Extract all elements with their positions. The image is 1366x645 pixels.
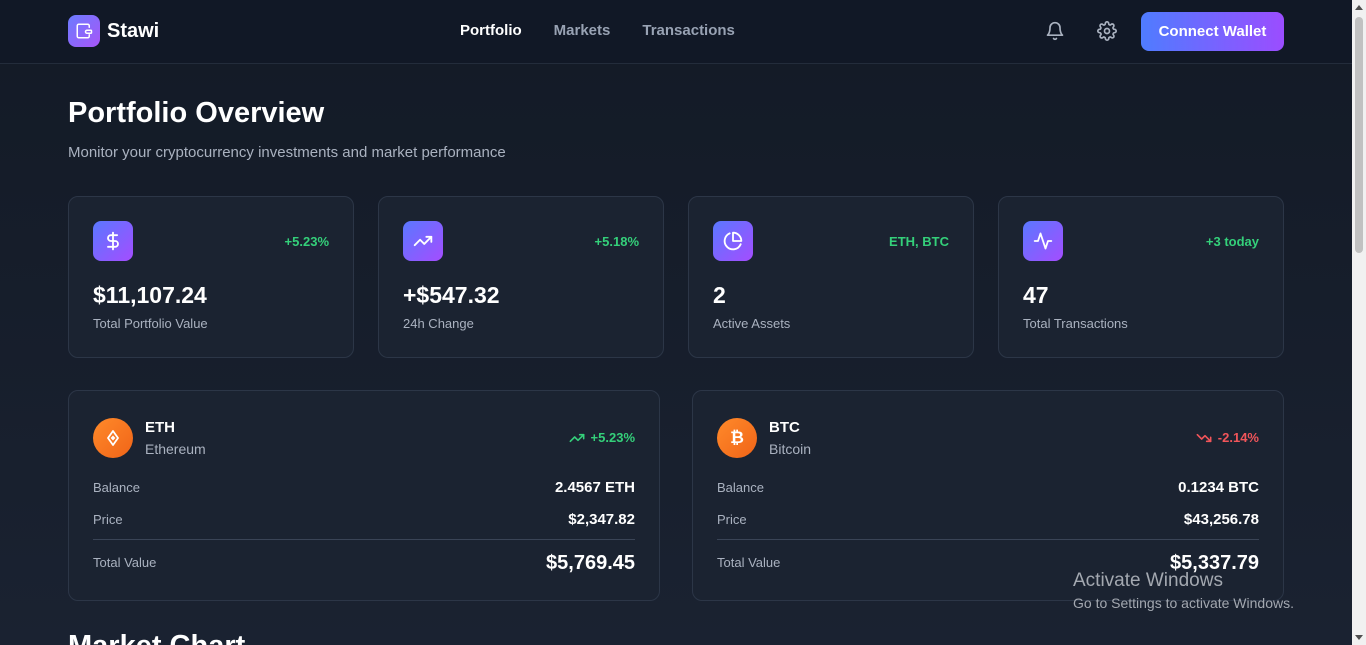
top-navbar: Stawi Portfolio Markets Transactions Con… [0,0,1352,64]
nav-portfolio[interactable]: Portfolio [460,22,522,39]
gear-icon[interactable] [1097,21,1117,41]
brand-logo[interactable]: Stawi [68,15,159,47]
trending-up-icon [403,221,443,261]
pie-chart-icon [713,221,753,261]
scroll-thumb[interactable] [1355,17,1363,253]
divider [93,539,635,540]
bitcoin-icon: ₿ [717,418,757,458]
stat-value: +$547.32 [403,282,500,308]
stat-label: Active Assets [713,316,791,331]
coin-symbol: BTC [769,419,800,436]
connect-wallet-button[interactable]: Connect Wallet [1141,12,1284,51]
balance-label: Balance [93,480,140,495]
stat-label: Total Portfolio Value [93,316,208,331]
trending-up-icon [569,433,585,442]
page-title: Portfolio Overview [68,97,325,129]
total-value-label: Total Value [717,555,781,570]
asset-card-eth[interactable]: ETH Ethereum +5.23% Balance 2.4567 ETH P… [68,390,660,601]
stat-badge: ETH, BTC [889,234,949,249]
watermark-title: Activate Windows [1073,570,1223,591]
scroll-down-icon[interactable] [1355,635,1363,640]
dollar-icon [93,221,133,261]
coin-symbol: ETH [145,419,175,436]
trending-down-icon [1196,433,1212,442]
balance-label: Balance [717,480,764,495]
balance-value: 0.1234 BTC [1178,479,1259,496]
stat-badge: +5.23% [284,234,329,249]
page-subtitle: Monitor your cryptocurrency investments … [68,144,506,161]
coin-name: Bitcoin [769,441,812,457]
activity-icon [1023,221,1063,261]
page-scrollbar[interactable] [1352,0,1366,645]
stat-label: Total Transactions [1023,316,1128,331]
stat-card-24h-change: +5.18% +$547.32 24h Change [378,196,664,358]
bell-icon[interactable] [1045,21,1065,41]
price-value: $2,347.82 [568,511,635,528]
stat-badge: +5.18% [594,234,639,249]
price-change: +5.23% [569,430,635,445]
scroll-up-icon[interactable] [1355,5,1363,10]
stat-card-active-assets: ETH, BTC 2 Active Assets [688,196,974,358]
stat-card-transactions: +3 today 47 Total Transactions [998,196,1284,358]
brand-name: Stawi [107,19,160,42]
stat-badge: +3 today [1205,234,1259,249]
stat-card-portfolio-value: +5.23% $11,107.24 Total Portfolio Value [68,196,354,358]
balance-value: 2.4567 ETH [554,479,635,496]
section-title-market-chart: Market Chart [68,630,245,645]
nav-markets[interactable]: Markets [554,22,611,39]
stat-value: 47 [1023,282,1049,308]
price-change-value: +5.23% [590,430,635,445]
price-label: Price [93,512,123,527]
divider [717,539,1259,540]
price-value: $43,256.78 [1183,511,1259,528]
price-change-value: -2.14% [1217,430,1259,445]
nav-transactions[interactable]: Transactions [642,22,735,39]
main-nav: Portfolio Markets Transactions [460,22,767,39]
stat-value: $11,107.24 [93,282,207,308]
stat-value: 2 [713,282,726,308]
stat-label: 24h Change [403,316,474,331]
price-label: Price [717,512,747,527]
total-value: $5,769.45 [546,552,635,574]
watermark-subtitle: Go to Settings to activate Windows. [1073,595,1294,611]
total-value-label: Total Value [93,555,157,570]
activate-windows-watermark: Activate Windows Go to Settings to activ… [1073,570,1294,611]
price-change: -2.14% [1196,430,1259,445]
wallet-icon [68,15,100,47]
coin-name: Ethereum [145,441,206,457]
ethereum-icon [93,418,133,458]
